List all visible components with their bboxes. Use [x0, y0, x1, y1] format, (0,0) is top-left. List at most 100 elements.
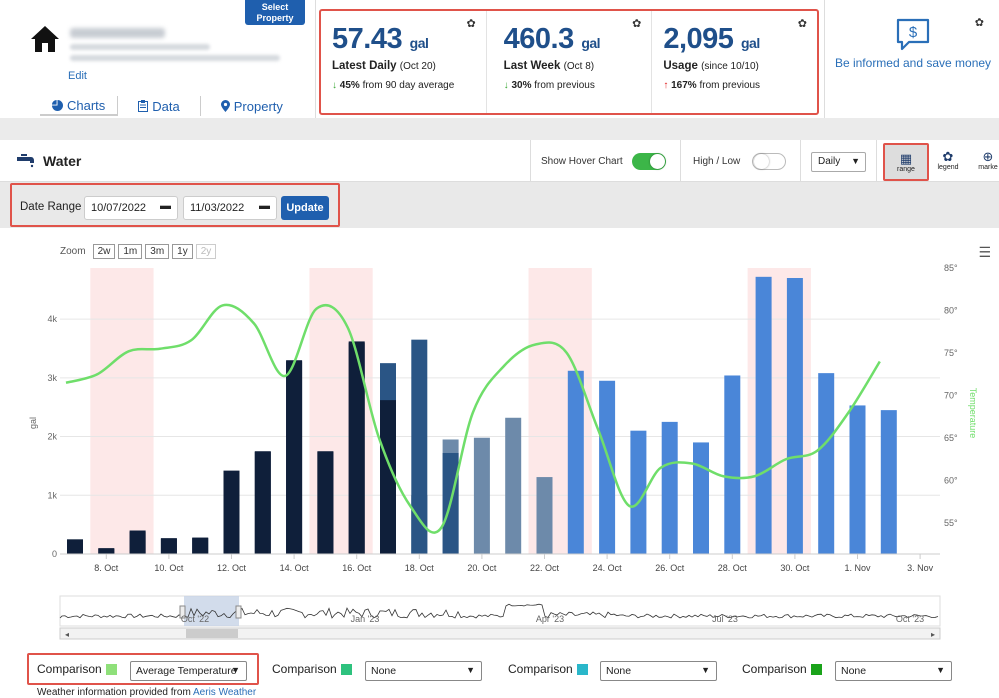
- stat-change-text: from previous: [534, 80, 595, 91]
- stat-change: 45%: [339, 80, 360, 91]
- y-axis-label: gal: [28, 417, 38, 429]
- svg-text:$: $: [909, 24, 918, 41]
- gear-icon[interactable]: ✿: [975, 16, 984, 29]
- calendar-icon[interactable]: ▬: [160, 200, 171, 212]
- stat-label: Usage: [663, 60, 698, 72]
- date-range-bar: Date Range 10/07/2022 ▬ 11/03/2022 ▬ Upd…: [0, 182, 999, 228]
- usage-chart: Zoom 2w 1m 3m 1y 2y ☰ 0 1k 2k 3k 4k 55° 60° 65°…: [0, 228, 999, 646]
- stat-value: 2,095: [663, 23, 734, 55]
- navigator-label: Jul '23: [712, 614, 738, 624]
- usage-bar: [755, 276, 772, 554]
- high-low-toggle[interactable]: [752, 153, 786, 170]
- calendar-icon: ▦: [899, 151, 913, 166]
- stat-usage: ✿ 2,095 gal Usage (since 10/10) ↑ 167% f…: [652, 11, 817, 113]
- gear-icon[interactable]: ✿: [632, 17, 641, 30]
- x-tick-label: 18. Oct: [405, 563, 435, 573]
- stat-change: 30%: [511, 80, 532, 91]
- usage-bar: [693, 442, 709, 554]
- comparison-2-select[interactable]: None ▼: [365, 661, 482, 681]
- stat-sub: (Oct 8): [563, 61, 595, 72]
- faucet-icon: [17, 154, 34, 168]
- comparison-label: Comparison: [508, 662, 573, 676]
- pie-chart-icon: [52, 99, 63, 111]
- x-tick-label: 24. Oct: [593, 563, 623, 573]
- usage-bar-segment: [67, 539, 83, 554]
- usage-stats: ✿ 57.43 gal Latest Daily (Oct 20) ↓ 45% …: [319, 9, 819, 115]
- tab-charts-label: Charts: [67, 97, 106, 113]
- x-tick-label: 26. Oct: [655, 563, 685, 573]
- usage-bar: [567, 370, 584, 554]
- weekend-band: [90, 268, 154, 554]
- comparison-1: Comparison: [37, 662, 117, 676]
- aeris-weather-link[interactable]: Aeris Weather: [193, 687, 256, 698]
- chevron-down-icon: ▼: [851, 156, 860, 166]
- chevron-down-icon: ▼: [936, 665, 945, 675]
- gear-icon[interactable]: ✿: [798, 17, 807, 30]
- stat-last-week: ✿ 460.3 gal Last Week (Oct 8) ↓ 30% from…: [487, 11, 653, 113]
- stat-change-text: from 90 day average: [362, 80, 455, 91]
- tab-data[interactable]: Data: [118, 96, 199, 116]
- comparison-swatch: [105, 663, 117, 675]
- y-tick-label: 3k: [47, 373, 57, 383]
- usage-bar: [786, 278, 803, 554]
- comparison-1-select[interactable]: Average Temperature ▼: [130, 661, 247, 681]
- navigator-label: Jan '23: [351, 614, 380, 624]
- legend-button[interactable]: ✿ legend: [930, 146, 966, 178]
- weather-credit: Weather information provided from Aeris …: [37, 687, 256, 698]
- save-money-card[interactable]: ✿ $ Be informed and save money: [828, 10, 998, 115]
- comparison-label: Comparison: [272, 662, 337, 676]
- y2-tick-label: 55°: [944, 518, 958, 528]
- navigator-handle-right: [235, 605, 242, 619]
- start-date-input[interactable]: 10/07/2022 ▬: [84, 196, 178, 220]
- comparison-3: Comparison: [508, 662, 588, 676]
- chart-title-text: Water: [43, 153, 82, 169]
- x-tick-label: 22. Oct: [530, 563, 560, 573]
- usage-bar: [880, 410, 897, 554]
- x-tick-label: 10. Oct: [154, 563, 184, 573]
- y2-tick-label: 80°: [944, 306, 958, 316]
- home-icon: [30, 24, 60, 59]
- legend-label: legend: [937, 164, 959, 171]
- range-button[interactable]: ▦ range: [883, 143, 929, 181]
- usage-bar: [818, 373, 835, 554]
- navigator-label: Oct '23: [896, 614, 924, 624]
- comparison-3-select[interactable]: None ▼: [600, 661, 717, 681]
- stat-change: 167%: [671, 80, 697, 91]
- stat-value: 460.3: [503, 23, 575, 55]
- update-button[interactable]: Update: [281, 196, 329, 220]
- interval-select[interactable]: Daily ▼: [811, 152, 866, 172]
- navigator-label: Apr '23: [536, 614, 564, 624]
- end-date-input[interactable]: 11/03/2022 ▬: [183, 196, 277, 220]
- chevron-down-icon: ▼: [466, 665, 475, 675]
- navigator-label: Oct '22: [181, 614, 209, 624]
- usage-bar-segment: [411, 495, 428, 554]
- usage-bar: [724, 375, 741, 554]
- chart-plot: 0 1k 2k 3k 4k 55° 60° 65° 70° 75° 80° 85° gal Tempera…: [28, 263, 978, 640]
- stat-unit: gal: [740, 35, 760, 51]
- edit-link[interactable]: Edit: [68, 70, 87, 82]
- stat-label: Latest Daily: [332, 60, 397, 72]
- date-range-label: Date Range: [20, 201, 82, 213]
- tab-charts[interactable]: Charts: [40, 96, 118, 116]
- y2-axis-label: Temperature: [968, 388, 978, 439]
- comparison-4-select[interactable]: None ▼: [835, 661, 952, 681]
- date-range-group: Date Range 10/07/2022 ▬ 11/03/2022 ▬ Upd…: [10, 183, 340, 227]
- x-tick-label: 14. Oct: [280, 563, 310, 573]
- select-property-button[interactable]: Select Property: [245, 0, 305, 25]
- usage-bar: [505, 417, 522, 554]
- high-low-label: High / Low: [693, 156, 741, 167]
- property-address-redacted: [70, 44, 210, 50]
- markers-button[interactable]: ⊕ marke: [970, 146, 999, 178]
- usage-bar-segment: [317, 451, 334, 554]
- tab-property[interactable]: Property: [201, 96, 303, 116]
- arrow-down-icon: ↓: [332, 80, 337, 91]
- usage-bar-segment: [160, 538, 177, 554]
- chevron-down-icon: ▼: [701, 665, 710, 675]
- y2-tick-label: 75°: [944, 348, 958, 358]
- gear-icon[interactable]: ✿: [466, 17, 475, 30]
- calendar-icon[interactable]: ▬: [259, 200, 270, 212]
- x-tick-label: 8. Oct: [94, 563, 119, 573]
- usage-bar-segment: [192, 538, 209, 554]
- comparison-bar: Comparison Average Temperature ▼ Comparis…: [0, 646, 999, 698]
- hover-chart-toggle[interactable]: [632, 153, 666, 170]
